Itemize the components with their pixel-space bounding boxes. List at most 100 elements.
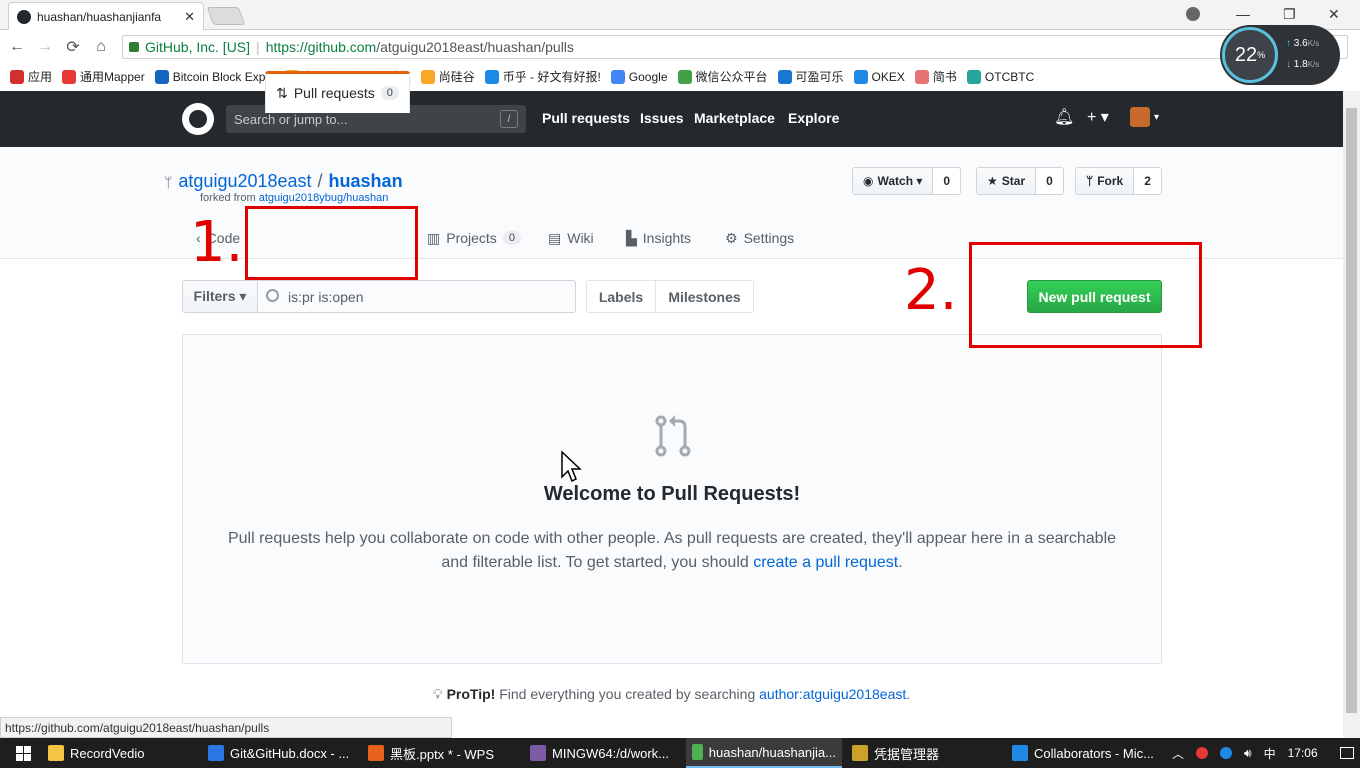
star-count[interactable]: 0: [1036, 168, 1063, 194]
download-rate: ↓ 1.8K/s: [1286, 59, 1319, 70]
upload-unit: K/s: [1307, 39, 1320, 48]
bookmark-item[interactable]: 应用: [10, 68, 52, 85]
repo-title-slash: /: [317, 171, 323, 191]
tray-app-icon[interactable]: [1196, 747, 1209, 759]
forward-icon[interactable]: →: [34, 36, 56, 58]
clock[interactable]: 17:06: [1288, 746, 1318, 760]
minimize-button[interactable]: —: [1236, 3, 1250, 25]
search-icon: [266, 289, 279, 302]
bookmark-item[interactable]: OKEX: [853, 69, 905, 84]
nav-marketplace[interactable]: Marketplace: [694, 110, 775, 126]
bookmark-item[interactable]: 尚硅谷: [420, 68, 475, 85]
annotation-box-pull-requests: [245, 206, 418, 280]
graph-icon: ▙: [626, 229, 637, 246]
fork-group: ᛘ Fork 2: [1075, 167, 1162, 195]
app-icon: [368, 745, 384, 761]
bookmark-favicon-icon: [484, 69, 499, 84]
taskbar-app-label: Git&GitHub.docx - ...: [230, 745, 350, 761]
browser-tab[interactable]: huashan/huashanjianfa ✕: [8, 2, 204, 30]
close-tab-icon[interactable]: ✕: [184, 9, 195, 25]
bookmark-favicon-icon: [154, 69, 169, 84]
watch-button[interactable]: ◉ Watch ▾: [853, 168, 934, 194]
nav-pull-requests[interactable]: Pull requests: [542, 110, 630, 126]
user-menu[interactable]: ▾: [1130, 107, 1159, 127]
url-path: /atguigu2018east/huashan/pulls: [376, 39, 574, 55]
milestones-button[interactable]: Milestones: [655, 280, 754, 313]
create-pull-request-link[interactable]: create a pull request: [753, 554, 898, 571]
star-group: ★ Star 0: [976, 167, 1064, 195]
nav-issues[interactable]: Issues: [640, 110, 684, 126]
taskbar-app-button[interactable]: Git&GitHub.docx - ...: [202, 738, 358, 768]
back-icon[interactable]: ←: [6, 36, 28, 58]
url-text: https://github.com/atguigu2018east/huash…: [266, 39, 574, 55]
annotation-step-two: 2.: [904, 258, 958, 323]
bookmark-item[interactable]: Google: [610, 69, 668, 84]
url-input[interactable]: GitHub, Inc. [US] | https://github.com/a…: [122, 35, 1348, 59]
tab-pull-requests[interactable]: ⇅ Pull requests 0: [265, 71, 410, 113]
taskbar-app-button[interactable]: Collaborators - Mic...: [1006, 738, 1162, 768]
notifications-bell-icon[interactable]: 🔔︎: [1054, 107, 1074, 127]
bookmark-label: 简书: [932, 70, 957, 84]
volume-icon[interactable]: 🔊︎: [1244, 746, 1252, 761]
fork-button[interactable]: ᛘ Fork: [1076, 168, 1135, 194]
windows-taskbar: RecordVedio Git&GitHub.docx - ... 黑板.pptx …: [0, 738, 1360, 768]
upload-value: 3.6: [1293, 38, 1308, 49]
tray-expand-icon[interactable]: ︿: [1172, 745, 1184, 762]
labels-button[interactable]: Labels: [586, 280, 656, 313]
new-tab-button[interactable]: [206, 7, 246, 25]
bookmark-item[interactable]: 可盈可乐: [777, 68, 844, 85]
filter-search-input[interactable]: is:pr is:open: [257, 280, 576, 313]
taskbar-app-button[interactable]: 凭据管理器: [846, 738, 1002, 768]
annotation-step-one: 1.: [190, 210, 244, 275]
system-tray: ︿ 🔊︎ 中 17:06: [1172, 738, 1354, 768]
fork-count[interactable]: 2: [1134, 168, 1161, 194]
maximize-button[interactable]: ❐: [1283, 3, 1296, 25]
profile-icon[interactable]: [1186, 3, 1200, 25]
bookmark-label: Google: [628, 69, 668, 84]
bookmark-item[interactable]: 微信公众平台: [677, 68, 768, 85]
download-unit: K/s: [1307, 60, 1320, 69]
nav-explore[interactable]: Explore: [788, 110, 839, 126]
start-button[interactable]: [4, 738, 42, 768]
close-window-button[interactable]: ✕: [1328, 3, 1340, 25]
scrollbar-thumb[interactable]: [1346, 108, 1357, 713]
watch-count[interactable]: 0: [933, 168, 960, 194]
taskbar-app-button[interactable]: RecordVedio: [42, 738, 198, 768]
reload-icon[interactable]: ⟳: [62, 36, 84, 58]
github-logo-icon[interactable]: [182, 103, 214, 135]
bookmark-item[interactable]: Bitcoin Block Explo: [154, 69, 275, 84]
ime-indicator[interactable]: 中: [1264, 745, 1276, 762]
bookmark-label: OKEX: [871, 69, 905, 84]
forked-from-link[interactable]: atguigu2018ybug/huashan: [259, 192, 389, 204]
tray-network-icon[interactable]: [1220, 747, 1233, 759]
repo-title: ᛘ atguigu2018east / huashan: [164, 171, 403, 192]
pull-requests-counter: 0: [380, 86, 399, 100]
tab-settings[interactable]: ⚙ Settings: [725, 217, 794, 259]
protip-label: ProTip!: [446, 686, 496, 702]
user-menu-caret: ▾: [1154, 111, 1160, 123]
filters-dropdown[interactable]: Filters ▾: [182, 280, 258, 313]
protip-search-link[interactable]: author:atguigu2018east: [759, 686, 906, 702]
bookmark-favicon-icon: [914, 69, 929, 84]
upload-rate: ↑ 3.6K/s: [1286, 38, 1319, 49]
taskbar-app-button[interactable]: MINGW64:/d/work...: [524, 738, 682, 768]
taskbar-app-button[interactable]: huashan/huashanjia...: [686, 738, 842, 768]
repo-name-link[interactable]: huashan: [329, 171, 403, 192]
bookmark-item[interactable]: 简书: [914, 68, 957, 85]
star-button[interactable]: ★ Star: [977, 168, 1037, 194]
scrollbar[interactable]: [1343, 91, 1360, 738]
create-new-dropdown[interactable]: + ▾: [1087, 107, 1109, 127]
action-center-icon[interactable]: [1339, 747, 1354, 759]
bookmark-item[interactable]: 币乎 - 好文有好报!: [484, 68, 601, 85]
taskbar-app-button[interactable]: 黑板.pptx * - WPS: [362, 738, 520, 768]
blankslate-title: Welcome to Pull Requests!: [543, 483, 801, 505]
app-icon: [208, 745, 224, 761]
tab-projects[interactable]: ▥ Projects 0: [427, 217, 521, 259]
eye-icon: ◉: [863, 174, 874, 188]
repo-owner-link[interactable]: atguigu2018east: [178, 171, 311, 192]
bookmark-item[interactable]: 通用Mapper: [62, 68, 145, 85]
tab-insights[interactable]: ▙ Insights: [626, 217, 691, 259]
bookmark-item[interactable]: OTCBTC: [966, 69, 1034, 84]
home-icon[interactable]: ⌂: [90, 36, 112, 58]
tab-wiki[interactable]: ▤ Wiki: [548, 217, 594, 259]
